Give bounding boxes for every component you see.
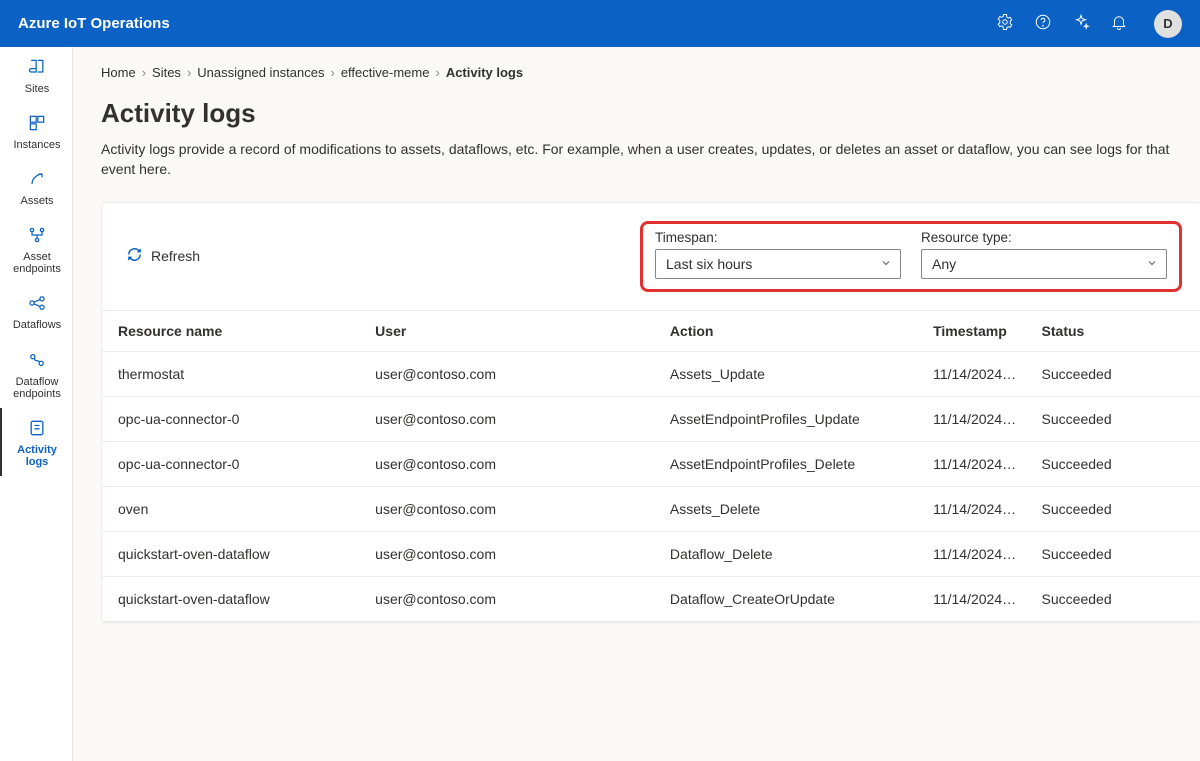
cell-status: Succeeded	[1032, 396, 1200, 441]
cell-user: user@contoso.com	[365, 351, 660, 396]
cell-resource: opc-ua-connector-0	[102, 396, 365, 441]
sidebar-item-label: Sites	[25, 83, 49, 95]
table-row[interactable]: opc-ua-connector-0user@contoso.comAssetE…	[102, 396, 1200, 441]
help-icon[interactable]	[1034, 13, 1052, 34]
sidebar-item-activity-logs[interactable]: Activity logs	[0, 408, 72, 476]
cell-user: user@contoso.com	[365, 531, 660, 576]
flow-icon	[27, 293, 47, 316]
logs-card: Refresh Timespan: Last six hours Resourc…	[101, 202, 1200, 623]
cell-user: user@contoso.com	[365, 486, 660, 531]
sidebar: Sites Instances Assets Asset endpoints D…	[0, 47, 73, 761]
col-action[interactable]: Action	[660, 310, 923, 351]
page-title: Activity logs	[101, 98, 1200, 129]
avatar[interactable]: D	[1154, 10, 1182, 38]
arrow-icon	[27, 169, 47, 192]
sidebar-item-label: Dataflows	[13, 319, 61, 331]
instances-icon	[27, 113, 47, 136]
cell-action: Assets_Update	[660, 351, 923, 396]
table-row[interactable]: quickstart-oven-dataflowuser@contoso.com…	[102, 531, 1200, 576]
cell-timestamp: 11/14/2024…	[923, 486, 1031, 531]
col-resource-name[interactable]: Resource name	[102, 310, 365, 351]
sparkle-icon[interactable]	[1072, 13, 1090, 34]
resource-type-label: Resource type:	[921, 230, 1167, 245]
table-row[interactable]: thermostatuser@contoso.comAssets_Update1…	[102, 351, 1200, 396]
breadcrumb-unassigned[interactable]: Unassigned instances	[197, 65, 324, 80]
sidebar-item-label: Instances	[13, 139, 60, 151]
refresh-label: Refresh	[151, 248, 200, 264]
cell-status: Succeeded	[1032, 576, 1200, 621]
cell-resource: quickstart-oven-dataflow	[102, 576, 365, 621]
table-row[interactable]: quickstart-oven-dataflowuser@contoso.com…	[102, 576, 1200, 621]
breadcrumb-sites[interactable]: Sites	[152, 65, 181, 80]
table-row[interactable]: opc-ua-connector-0user@contoso.comAssetE…	[102, 441, 1200, 486]
table-header-row: Resource name User Action Timestamp Stat…	[102, 310, 1200, 351]
timespan-select[interactable]: Last six hours	[655, 249, 901, 279]
sidebar-item-dataflow-endpoints[interactable]: Dataflow endpoints	[0, 340, 72, 408]
cell-status: Succeeded	[1032, 441, 1200, 486]
cell-timestamp: 11/14/2024…	[923, 351, 1031, 396]
sidebar-item-sites[interactable]: Sites	[0, 47, 72, 103]
cell-resource: quickstart-oven-dataflow	[102, 531, 365, 576]
cell-user: user@contoso.com	[365, 576, 660, 621]
sidebar-item-dataflows[interactable]: Dataflows	[0, 283, 72, 339]
refresh-button[interactable]: Refresh	[116, 246, 200, 266]
app-title[interactable]: Azure IoT Operations	[18, 15, 170, 32]
resource-type-value: Any	[932, 256, 956, 272]
col-status[interactable]: Status	[1032, 310, 1200, 351]
breadcrumb-instance[interactable]: effective-meme	[341, 65, 430, 80]
cell-resource: oven	[102, 486, 365, 531]
refresh-icon	[126, 246, 143, 266]
cell-action: Assets_Delete	[660, 486, 923, 531]
cell-status: Succeeded	[1032, 531, 1200, 576]
sidebar-item-instances[interactable]: Instances	[0, 103, 72, 159]
cell-timestamp: 11/14/2024…	[923, 576, 1031, 621]
cell-action: Dataflow_CreateOrUpdate	[660, 576, 923, 621]
cell-user: user@contoso.com	[365, 396, 660, 441]
timespan-filter: Timespan: Last six hours	[655, 230, 901, 279]
resource-type-select[interactable]: Any	[921, 249, 1167, 279]
page-description: Activity logs provide a record of modifi…	[101, 139, 1200, 180]
cell-timestamp: 11/14/2024…	[923, 531, 1031, 576]
timespan-value: Last six hours	[666, 256, 752, 272]
table-row[interactable]: ovenuser@contoso.comAssets_Delete11/14/2…	[102, 486, 1200, 531]
sidebar-item-label: Assets	[20, 195, 53, 207]
breadcrumb-current: Activity logs	[446, 65, 523, 80]
cell-action: AssetEndpointProfiles_Delete	[660, 441, 923, 486]
sidebar-item-asset-endpoints[interactable]: Asset endpoints	[0, 215, 72, 283]
col-user[interactable]: User	[365, 310, 660, 351]
cell-timestamp: 11/14/2024…	[923, 441, 1031, 486]
cell-resource: opc-ua-connector-0	[102, 441, 365, 486]
cell-status: Succeeded	[1032, 486, 1200, 531]
sidebar-item-label: Asset endpoints	[13, 251, 61, 275]
breadcrumb: Home › Sites › Unassigned instances › ef…	[101, 65, 1200, 80]
gear-icon[interactable]	[996, 13, 1014, 34]
endpoints-icon	[27, 225, 47, 248]
top-header: Azure IoT Operations D	[0, 0, 1200, 47]
sidebar-item-label: Activity logs	[17, 444, 57, 468]
sidebar-item-label: Dataflow endpoints	[13, 376, 61, 400]
card-toolbar: Refresh Timespan: Last six hours Resourc…	[102, 203, 1200, 310]
cell-action: Dataflow_Delete	[660, 531, 923, 576]
cell-user: user@contoso.com	[365, 441, 660, 486]
cell-status: Succeeded	[1032, 351, 1200, 396]
cell-resource: thermostat	[102, 351, 365, 396]
activity-icon	[27, 418, 47, 441]
timespan-label: Timespan:	[655, 230, 901, 245]
col-timestamp[interactable]: Timestamp	[923, 310, 1031, 351]
activity-log-table: Resource name User Action Timestamp Stat…	[102, 310, 1200, 622]
top-right-actions: D	[996, 10, 1182, 38]
flow-endpoints-icon	[27, 350, 47, 373]
breadcrumb-home[interactable]: Home	[101, 65, 136, 80]
chevron-down-icon	[1146, 256, 1158, 272]
chevron-down-icon	[880, 256, 892, 272]
filters-highlight: Timespan: Last six hours Resource type: …	[640, 221, 1182, 292]
cell-timestamp: 11/14/2024…	[923, 396, 1031, 441]
cell-action: AssetEndpointProfiles_Update	[660, 396, 923, 441]
content: Home › Sites › Unassigned instances › ef…	[73, 47, 1200, 761]
book-icon	[27, 57, 47, 80]
resource-type-filter: Resource type: Any	[921, 230, 1167, 279]
bell-icon[interactable]	[1110, 13, 1128, 34]
sidebar-item-assets[interactable]: Assets	[0, 159, 72, 215]
